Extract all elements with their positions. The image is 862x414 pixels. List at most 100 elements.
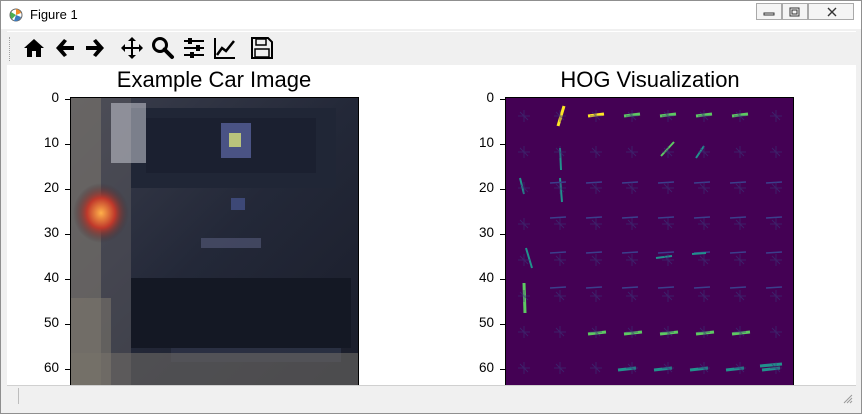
hog-cell-glyph xyxy=(698,290,710,302)
magnifier-icon xyxy=(152,37,174,59)
hog-cell-glyph xyxy=(770,218,782,230)
arrow-left-icon xyxy=(56,39,74,57)
left-axes-title: Example Car Image xyxy=(116,67,312,92)
hog-cell-glyph xyxy=(662,362,674,374)
hog-cell-glyph xyxy=(554,146,566,158)
left-ytick-label: 60 xyxy=(43,360,59,375)
hog-cell-glyph xyxy=(626,290,638,302)
right-ytick-label: 50 xyxy=(478,315,494,330)
hog-cell-glyph xyxy=(518,182,530,194)
hog-cell-glyph xyxy=(554,218,566,230)
hog-cell-glyph xyxy=(698,218,710,230)
right-ytick-label: 10 xyxy=(478,135,494,150)
hog-visualization xyxy=(518,105,783,374)
toolbar-grip xyxy=(9,37,12,61)
hog-cell-glyph xyxy=(554,110,566,122)
hog-cell-glyph xyxy=(770,146,782,158)
hog-cell-glyph xyxy=(734,218,746,230)
floppy-disk-icon xyxy=(251,37,273,59)
line-chart-icon xyxy=(214,38,235,59)
hog-cell-glyph xyxy=(554,362,566,374)
hog-cell-glyph xyxy=(662,110,674,122)
hog-cell-glyph xyxy=(734,146,746,158)
hog-cell-glyph xyxy=(770,110,782,122)
maximize-button[interactable] xyxy=(782,3,808,20)
hog-cell-glyph xyxy=(626,254,638,266)
hog-cell-glyph xyxy=(770,326,782,338)
figure-window: Figure 1 Example Car Image 0 10 20 30 40… xyxy=(0,0,862,414)
resize-grip-icon[interactable] xyxy=(843,394,853,404)
hog-cell-glyph xyxy=(626,218,638,230)
zoom-button[interactable] xyxy=(151,36,175,60)
hog-gradient-stroke xyxy=(657,216,675,219)
left-ytick-label: 10 xyxy=(43,135,59,150)
hog-cell-glyph xyxy=(590,326,602,338)
hog-gradient-stroke xyxy=(549,286,567,289)
forward-button[interactable] xyxy=(83,36,107,60)
right-ytick-label: 40 xyxy=(478,270,494,285)
hog-cell-glyph xyxy=(590,110,602,122)
right-axes-title: HOG Visualization xyxy=(560,67,740,92)
hog-cell-glyph xyxy=(518,362,530,374)
hog-cell-glyph xyxy=(698,326,710,338)
hog-cell-glyph xyxy=(626,182,638,194)
car-image-rendering xyxy=(71,98,358,386)
arrow-right-icon xyxy=(86,39,104,57)
hog-cell-glyph xyxy=(518,218,530,230)
hog-cell-glyph xyxy=(518,146,530,158)
save-button[interactable] xyxy=(250,36,274,60)
hog-cell-glyph xyxy=(662,182,674,194)
hog-cell-glyph xyxy=(554,326,566,338)
hog-cell-glyph xyxy=(770,254,782,266)
hog-cell-glyph xyxy=(698,146,710,158)
hog-cell-glyph xyxy=(662,254,674,266)
hog-image xyxy=(505,97,794,387)
configure-subplots-button[interactable] xyxy=(182,36,206,60)
hog-cell-glyph xyxy=(734,326,746,338)
hog-cell-glyph xyxy=(734,110,746,122)
hog-cell-glyph xyxy=(662,290,674,302)
hog-gradient-stroke xyxy=(729,216,747,219)
edit-axes-button[interactable] xyxy=(213,36,237,60)
hog-cell-glyph xyxy=(590,182,602,194)
hog-gradient-stroke xyxy=(585,251,603,254)
hog-gradient-stroke xyxy=(729,286,747,289)
close-button[interactable] xyxy=(808,3,854,20)
hog-gradient-stroke xyxy=(657,181,675,184)
hog-cell-glyph xyxy=(734,290,746,302)
hog-cell-glyph xyxy=(518,290,530,302)
right-ytick-label: 0 xyxy=(486,90,494,105)
home-icon xyxy=(24,39,44,57)
hog-cell-glyph xyxy=(662,326,674,338)
hog-cell-glyph xyxy=(734,254,746,266)
figure-canvas[interactable]: Example Car Image 0 10 20 30 40 50 60 HO… xyxy=(7,65,856,387)
car-image xyxy=(70,97,359,387)
hog-cell-glyph xyxy=(554,182,566,194)
hog-cell-glyph xyxy=(518,326,530,338)
hog-gradient-stroke xyxy=(691,252,707,255)
hog-gradient-stroke xyxy=(549,181,567,184)
hog-cell-glyph xyxy=(698,254,710,266)
hog-gradient-stroke xyxy=(765,286,783,289)
hog-gradient-stroke xyxy=(621,181,639,184)
left-ytick-label: 30 xyxy=(43,225,59,240)
right-ytick-label: 20 xyxy=(478,180,494,195)
minimize-button[interactable] xyxy=(756,3,782,20)
home-button[interactable] xyxy=(22,36,46,60)
hog-cell-glyph xyxy=(626,110,638,122)
hog-gradient-stroke xyxy=(765,216,783,219)
hog-gradient-stroke xyxy=(621,251,639,254)
hog-gradient-stroke xyxy=(549,251,567,254)
left-ytick-label: 0 xyxy=(51,90,59,105)
hog-cell-glyph xyxy=(554,290,566,302)
hog-cell-glyph xyxy=(626,326,638,338)
left-ytick-label: 40 xyxy=(43,270,59,285)
right-ytick-label: 30 xyxy=(478,225,494,240)
hog-cell-glyph xyxy=(734,362,746,374)
sliders-icon xyxy=(184,38,204,58)
left-ytick-label: 20 xyxy=(43,180,59,195)
hog-cell-glyph xyxy=(590,362,602,374)
status-divider xyxy=(18,388,19,404)
back-button[interactable] xyxy=(53,36,77,60)
pan-button[interactable] xyxy=(120,36,144,60)
